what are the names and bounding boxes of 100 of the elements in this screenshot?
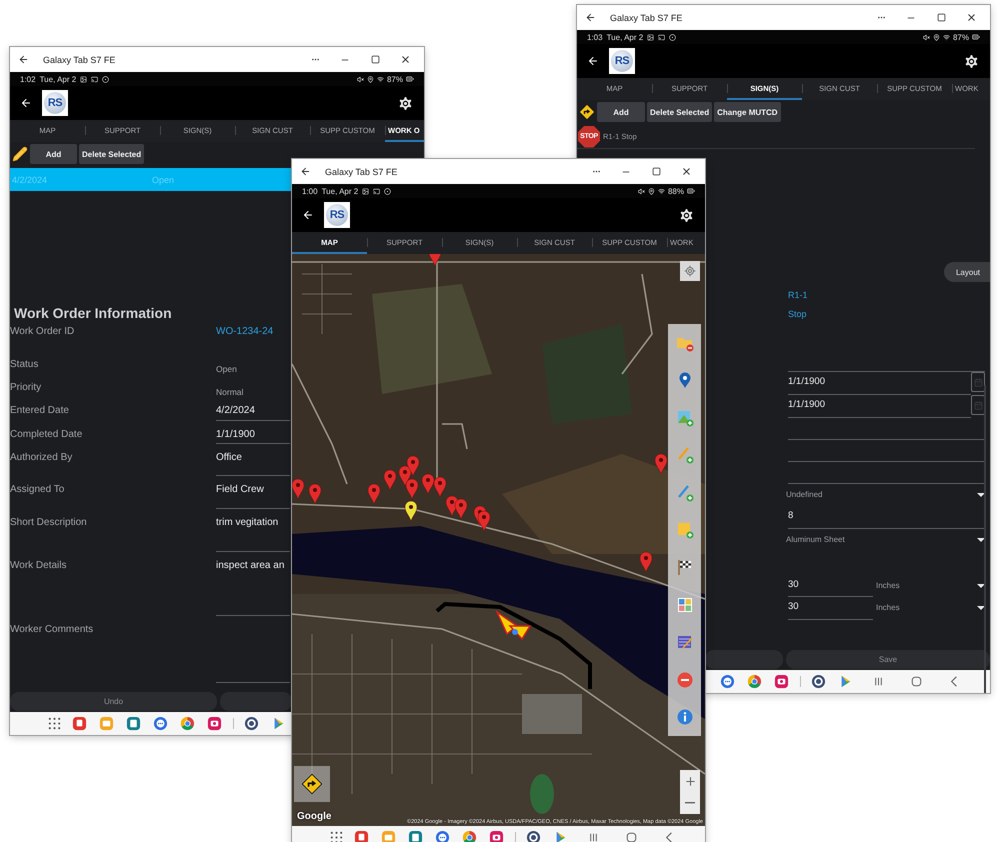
text-field[interactable]: trim vegitation <box>216 514 290 552</box>
chat-app-icon[interactable] <box>720 674 735 689</box>
delete-button[interactable]: Delete Selected <box>79 144 144 164</box>
image-add-icon[interactable] <box>676 408 694 427</box>
map-pin-icon[interactable] <box>404 500 418 522</box>
settings-icon[interactable] <box>244 716 259 731</box>
maximize-icon <box>652 167 660 176</box>
toolbar-button[interactable]: Change MUTCD <box>714 102 781 122</box>
notepad-icon[interactable] <box>676 633 694 652</box>
field-label: Priority <box>10 381 42 393</box>
number-field[interactable]: 30 <box>788 597 873 620</box>
back-button[interactable] <box>302 209 314 221</box>
settings-icon <box>397 94 414 112</box>
wifi-icon <box>658 188 665 194</box>
settings-button[interactable] <box>678 206 695 224</box>
back-button[interactable] <box>587 55 599 67</box>
layout-button[interactable]: Layout <box>944 262 990 282</box>
record-icon <box>669 34 676 40</box>
settings-button[interactable] <box>397 94 414 112</box>
window-title: Galaxy Tab S7 FE <box>610 12 682 22</box>
add-button[interactable]: Add <box>597 102 645 122</box>
direction-marker-icon[interactable] <box>495 610 532 640</box>
chat-app-icon[interactable] <box>153 716 168 731</box>
remove-icon[interactable] <box>676 670 694 689</box>
section-heading: Work Order Information <box>13 305 173 323</box>
notes-app-icon[interactable] <box>354 830 369 842</box>
field-label: Short Description <box>10 516 88 528</box>
picture-icon <box>80 76 88 82</box>
note-add-icon[interactable] <box>676 520 694 539</box>
location-icon <box>366 76 374 82</box>
mute-icon <box>922 34 930 40</box>
settings-icon[interactable] <box>526 830 541 842</box>
field-label: Entered Date <box>10 404 70 416</box>
camera-app-icon[interactable] <box>774 674 789 689</box>
mute-icon <box>356 76 364 82</box>
toolbar-button[interactable]: Delete Selected <box>647 102 712 122</box>
save-button[interactable]: Save <box>786 650 990 669</box>
apps-grid-icon[interactable] <box>328 830 344 842</box>
status-date: Tue, Apr 2 <box>322 186 358 196</box>
back-arrow-icon[interactable] <box>18 54 29 65</box>
calendar-button[interactable] <box>971 372 985 392</box>
back-button[interactable] <box>20 97 32 109</box>
text-field[interactable]: Office <box>216 449 290 476</box>
browser-icon[interactable] <box>462 830 477 842</box>
add-button[interactable]: Add <box>30 144 77 164</box>
satellite-map-drawing[interactable] <box>292 254 705 826</box>
settings-icon <box>678 206 695 224</box>
calendar-app-icon[interactable] <box>408 830 423 842</box>
dropdown[interactable]: Open <box>216 356 290 374</box>
text-field[interactable]: Field Crew <box>216 481 290 509</box>
map-pin-icon[interactable] <box>428 254 442 266</box>
window-title: Galaxy Tab S7 FE <box>325 166 398 176</box>
undo-button[interactable]: Undo <box>10 692 217 711</box>
field-label: Work Details <box>10 559 68 571</box>
text-field[interactable]: 1/1/1900 <box>216 426 290 444</box>
settings-icon[interactable] <box>811 674 826 689</box>
minus-icon <box>685 802 695 804</box>
back-arrow-icon[interactable] <box>585 12 596 23</box>
cast-icon <box>658 34 666 40</box>
battery-icon <box>972 33 980 41</box>
text-field[interactable]: 4/2/2024 <box>216 402 290 421</box>
pencil-add-icon[interactable] <box>676 446 694 464</box>
checkered-flag-icon[interactable] <box>676 558 694 576</box>
map-logo-text: Google <box>297 811 332 822</box>
back-arrow-icon[interactable] <box>300 166 311 177</box>
grid-icon[interactable] <box>676 596 694 614</box>
camera-app-icon[interactable] <box>207 716 222 731</box>
settings-button[interactable] <box>963 52 980 70</box>
apps-grid-icon[interactable] <box>46 716 62 731</box>
app-logo: RS <box>609 48 635 74</box>
sign-button[interactable] <box>294 766 330 802</box>
sign-code-text: Stop <box>788 308 807 319</box>
chat-app-icon[interactable] <box>435 830 450 842</box>
date-field[interactable]: 1/1/1900 <box>788 372 971 395</box>
field-label: Completed Date <box>10 428 84 440</box>
pencil-add-icon[interactable] <box>676 484 694 502</box>
app-logo: RS <box>42 90 68 116</box>
locate-button[interactable] <box>680 261 700 281</box>
mute-icon <box>638 188 645 194</box>
info-icon[interactable] <box>676 708 694 726</box>
notes-app-icon[interactable] <box>72 716 87 731</box>
work-order-id: WO-1234-24 <box>216 325 274 337</box>
text-field[interactable]: inspect area an <box>216 557 290 616</box>
status-date: Tue, Apr 2 <box>606 32 644 42</box>
record-icon <box>384 188 392 194</box>
calendar-app-icon[interactable] <box>126 716 141 731</box>
back-arrow-icon <box>587 55 599 67</box>
calendar-button[interactable] <box>971 395 985 415</box>
map-pin-icon[interactable] <box>478 510 490 532</box>
camera-app-icon[interactable] <box>489 830 504 842</box>
status-date: Tue, Apr 2 <box>40 74 76 84</box>
settings-icon <box>963 52 980 70</box>
dropdown[interactable]: Normal <box>216 379 290 397</box>
status-time: 1:03 <box>587 32 603 42</box>
maximize-icon <box>370 55 380 64</box>
browser-icon[interactable] <box>747 674 762 689</box>
number-field[interactable]: 30 <box>788 575 873 597</box>
date-field[interactable]: 1/1/1900 <box>788 395 971 418</box>
browser-icon[interactable] <box>180 716 195 731</box>
close-icon <box>966 12 976 23</box>
